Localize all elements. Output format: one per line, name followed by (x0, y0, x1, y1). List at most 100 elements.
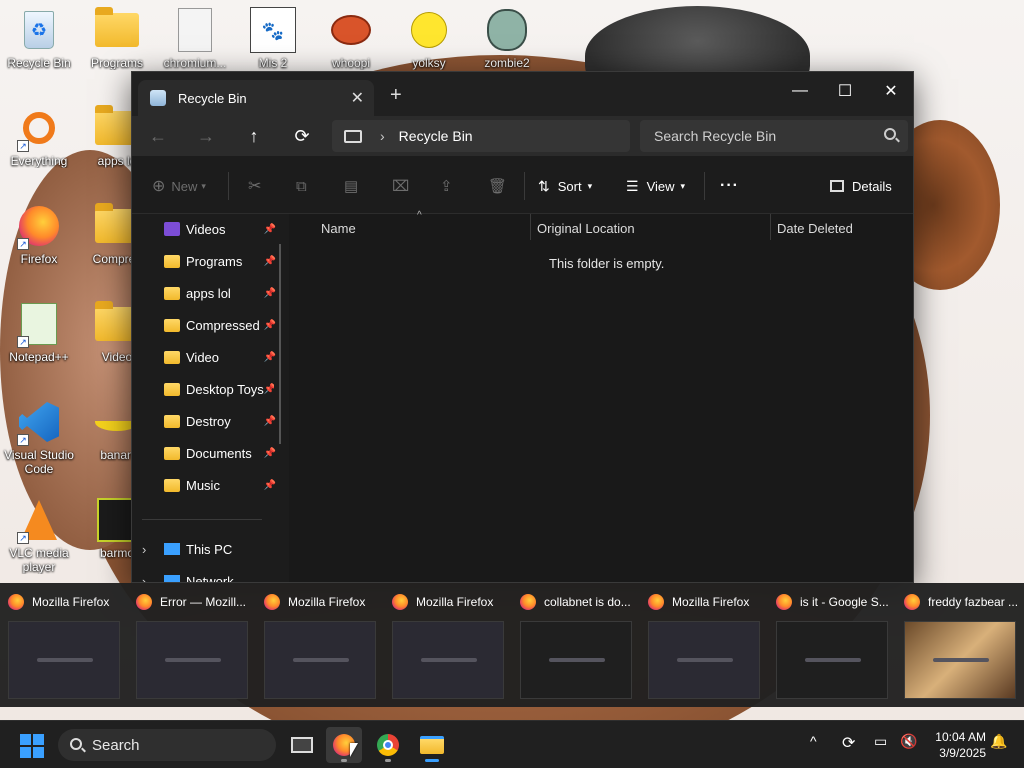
system-clock[interactable]: 10:04 AM 3/9/2025 (926, 729, 986, 761)
taskbar-chrome[interactable] (370, 727, 406, 763)
desktop-icon-recycle-bin[interactable]: ♻ Recycle Bin (0, 6, 78, 70)
vscode-icon: ↗ (15, 398, 63, 446)
column-header-original-location[interactable]: Original Location (537, 214, 635, 242)
nav-pane-scrollbar[interactable] (279, 244, 281, 444)
title-bar: Recycle Bin ✕ + — ☐ ✕ (132, 72, 913, 116)
refresh-button[interactable]: ⟳ (288, 124, 316, 148)
firefox-icon (520, 594, 536, 610)
shortcut-arrow-icon: ↗ (17, 532, 29, 544)
rename-button[interactable]: ⌧ (392, 176, 409, 196)
nav-item-desktop-toys[interactable]: Desktop Toys 📌 (164, 378, 274, 400)
tab-recycle-bin[interactable]: Recycle Bin ✕ (138, 80, 374, 116)
taskbar-file-explorer[interactable] (414, 727, 450, 763)
nav-item-this-pc[interactable]: › This PC (142, 538, 272, 560)
column-divider[interactable] (530, 214, 531, 240)
window-thumbnail[interactable]: Mozilla Firefox (0, 583, 128, 707)
search-icon (70, 738, 82, 750)
desktop-icon-whoopi[interactable]: whoopi (312, 6, 390, 70)
command-bar: ⊕ New ▾ ✂ ⧉ ▤ ⌧ ⇪ 🗑 ⇅ Sort ▾ ☰ View ▾ ··… (132, 156, 913, 214)
column-header-name[interactable]: Name (321, 214, 356, 242)
forward-button[interactable]: → (192, 124, 220, 148)
nav-item-music[interactable]: Music 📌 (164, 474, 276, 496)
running-indicator (385, 759, 391, 762)
view-button[interactable]: ☰ View ▾ (626, 176, 685, 196)
nav-item-apps-lol[interactable]: apps lol 📌 (164, 282, 276, 304)
more-options-button[interactable]: ··· (720, 176, 739, 196)
cut-button[interactable]: ✂ (248, 176, 261, 196)
window-thumbnail[interactable]: Mozilla Firefox (640, 583, 768, 707)
nav-item-videos[interactable]: Videos 📌 (164, 218, 276, 240)
nav-item-documents[interactable]: Documents 📌 (164, 442, 276, 464)
nav-item-destroy[interactable]: Destroy 📌 (164, 410, 276, 432)
thumbnail-preview (8, 621, 120, 699)
this-pc-icon (164, 543, 180, 555)
search-placeholder: Search Recycle Bin (654, 128, 777, 144)
desktop-icon-vscode[interactable]: ↗ Visual Studio Code (0, 398, 78, 476)
column-header-date-deleted[interactable]: Date Deleted (777, 214, 853, 242)
sync-icon[interactable]: ⟳ (842, 733, 855, 753)
firefox-icon (776, 594, 792, 610)
sort-icon: ⇅ (538, 177, 550, 194)
desktop-icon-chromium[interactable]: chromium... (156, 6, 234, 70)
chick-icon (405, 6, 453, 54)
back-button[interactable]: ← (144, 124, 172, 148)
taskbar-search[interactable]: Search (58, 729, 276, 761)
desktop-icon-firefox[interactable]: ↗ Firefox (0, 202, 78, 266)
desktop-icon-everything[interactable]: ↗ Everything (0, 104, 78, 168)
nav-item-compressed[interactable]: Compressed 📌 (164, 314, 276, 336)
window-thumbnail[interactable]: Mozilla Firefox (384, 583, 512, 707)
new-button[interactable]: ⊕ New ▾ (152, 176, 206, 196)
clock-time: 10:04 AM (935, 730, 986, 744)
new-tab-button[interactable]: + (390, 84, 402, 107)
copy-button[interactable]: ⧉ (296, 176, 307, 196)
column-divider[interactable] (770, 214, 771, 240)
pin-icon: 📌 (263, 319, 276, 331)
clipboard-icon: ▤ (344, 178, 359, 195)
folder-icon (164, 350, 180, 364)
desktop-icon-notepadpp[interactable]: ↗ Notepad++ (0, 300, 78, 364)
clock-date: 3/9/2025 (939, 746, 986, 760)
address-bar[interactable]: › Recycle Bin (332, 120, 630, 152)
sort-button[interactable]: ⇅ Sort ▾ (538, 176, 592, 196)
up-button[interactable]: ↑ (240, 124, 268, 148)
show-hidden-icons-button[interactable]: ^ (810, 733, 817, 749)
nav-item-video[interactable]: Video 📌 (164, 346, 276, 368)
window-thumbnail[interactable]: Error — Mozill... (128, 583, 256, 707)
nav-item-network[interactable]: › Network (142, 570, 272, 582)
firefox-icon (904, 594, 920, 610)
volume-muted-icon[interactable]: 🔇 (900, 733, 917, 750)
close-window-button[interactable]: ✕ (868, 76, 913, 106)
window-thumbnail[interactable]: Mozilla Firefox (256, 583, 384, 707)
share-button[interactable]: ⇪ (440, 176, 453, 196)
file-list: Name ^ Original Location Date Deleted Th… (289, 210, 913, 582)
nav-item-programs[interactable]: Programs 📌 (164, 250, 276, 272)
network-icon[interactable]: ▭ (874, 733, 887, 750)
desktop-icon-programs[interactable]: Programs (78, 6, 156, 70)
window-thumbnail[interactable]: is it - Google S... (768, 583, 896, 707)
folder-icon (164, 478, 180, 492)
desktop-icon-yolksy[interactable]: yolksy (390, 6, 468, 70)
details-pane-icon (830, 180, 844, 192)
paste-button[interactable]: ▤ (344, 176, 358, 196)
firefox-icon: ↗ (15, 202, 63, 250)
share-icon: ⇪ (440, 178, 453, 195)
details-button[interactable]: Details (830, 176, 892, 196)
task-view-button[interactable] (284, 727, 320, 763)
sort-ascending-icon: ^ (417, 210, 422, 221)
minimize-button[interactable]: — (777, 76, 823, 106)
window-thumbnail[interactable]: collabnet is do... (512, 583, 640, 707)
maximize-button[interactable]: ☐ (822, 76, 868, 106)
delete-button[interactable]: 🗑 (488, 176, 507, 196)
desktop-icon-vlc[interactable]: ↗ VLC media player (0, 496, 78, 574)
file-icon (171, 6, 219, 54)
start-button[interactable] (20, 734, 44, 758)
notifications-bell-icon[interactable]: 🔔 (990, 733, 1007, 750)
desktop-icon-mis2[interactable]: 🐾 Mis 2 (234, 6, 312, 70)
window-thumbnail[interactable]: freddy fazbear ... (896, 583, 1024, 707)
shortcut-arrow-icon: ↗ (17, 434, 29, 446)
firefox-icon (392, 594, 408, 610)
close-tab-icon[interactable]: ✕ (351, 88, 364, 108)
desktop-icon-zombie2[interactable]: zombie2 (468, 6, 546, 70)
search-input[interactable]: Search Recycle Bin (640, 120, 908, 152)
rename-icon: ⌧ (392, 178, 410, 195)
